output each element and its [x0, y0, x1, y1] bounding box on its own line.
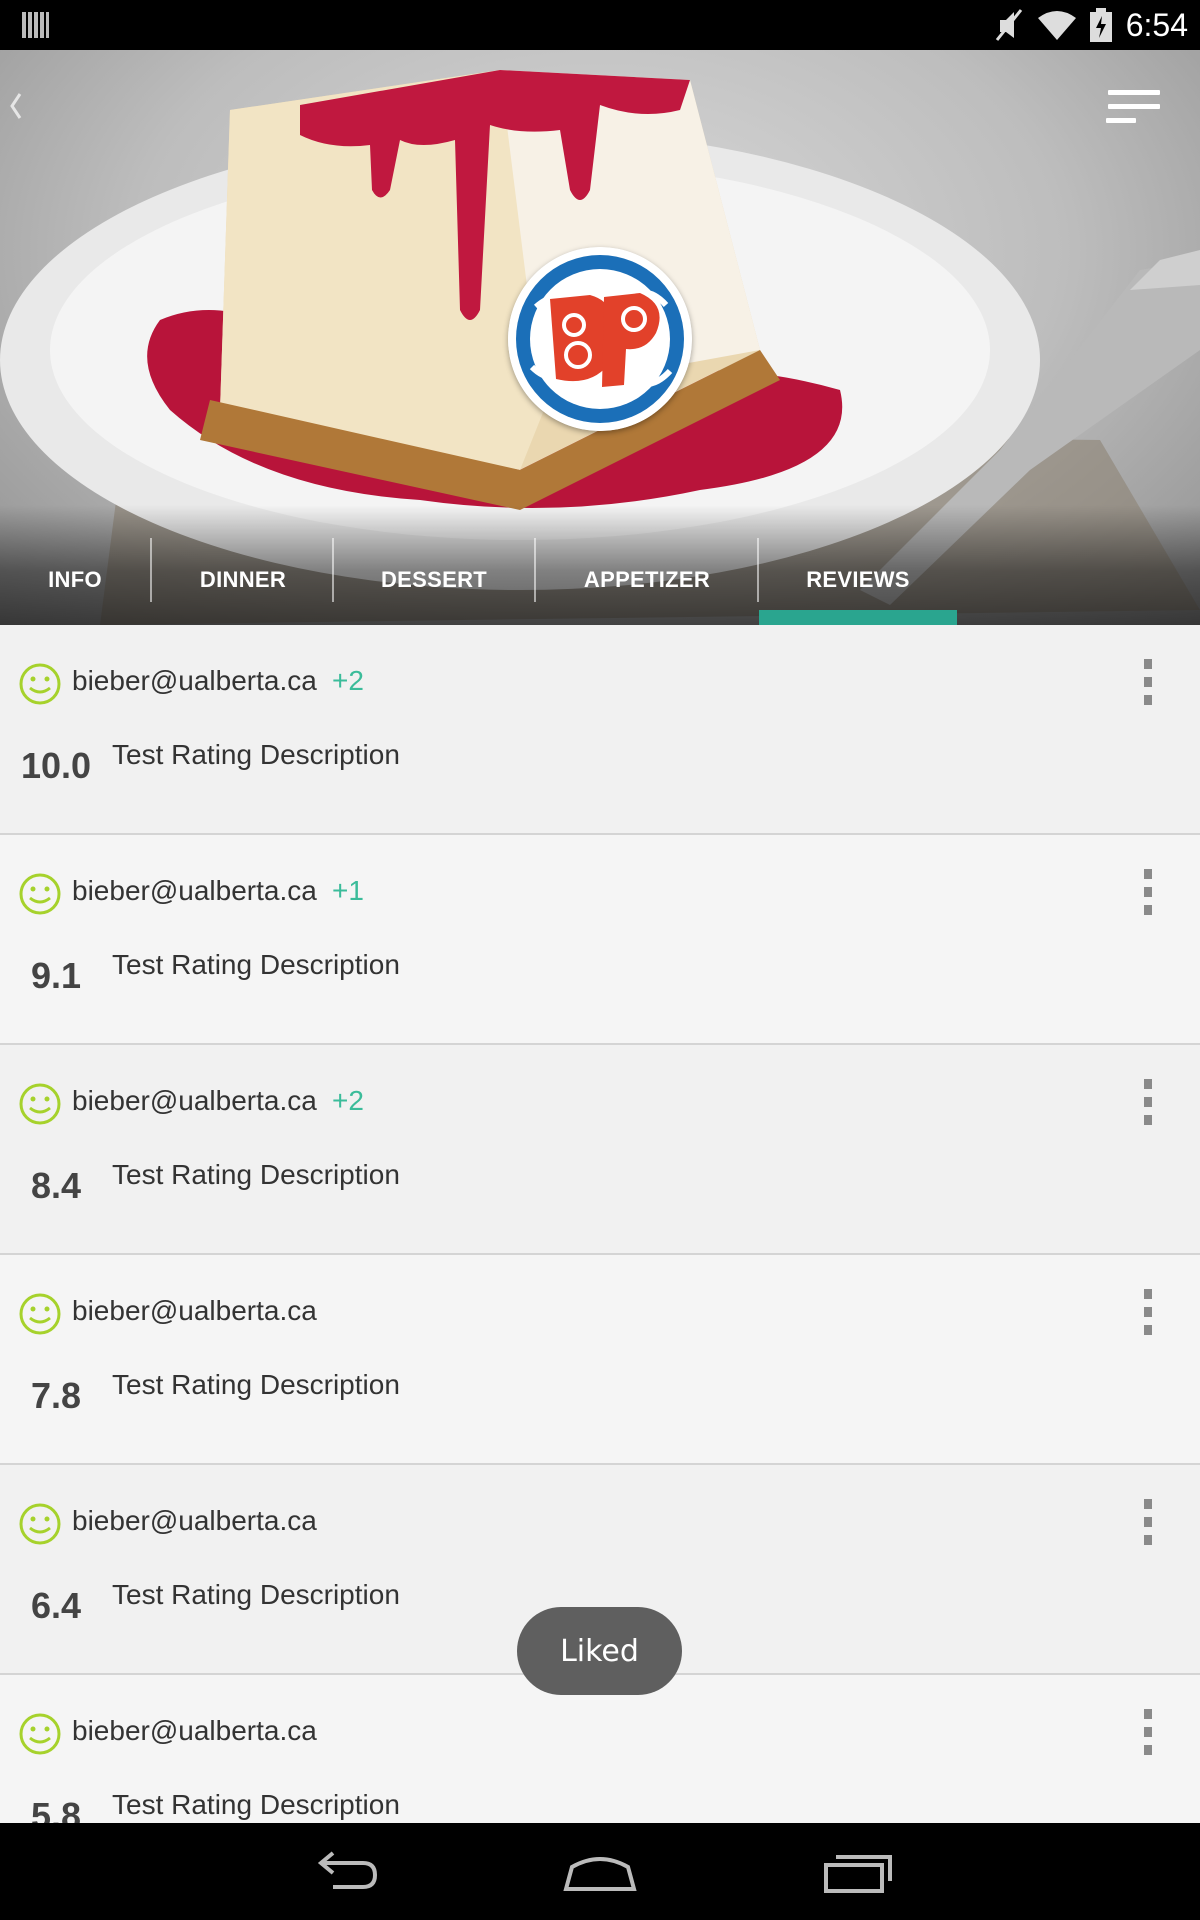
tab-dinner[interactable]: DINNER: [152, 535, 334, 625]
review-score: 9.1: [30, 955, 82, 996]
more-options-button[interactable]: [1142, 869, 1154, 915]
recents-icon[interactable]: [818, 1841, 898, 1901]
review-description: Test Rating Description: [112, 739, 400, 770]
review-item[interactable]: bieber@ualberta.ca +1 9.1 Test Rating De…: [0, 835, 1200, 1045]
tab-divider: [332, 538, 334, 602]
review-item[interactable]: bieber@ualberta.ca 7.8 Test Rating Descr…: [0, 1255, 1200, 1465]
review-description: Test Rating Description: [112, 1159, 400, 1190]
review-score: 5.8: [30, 1795, 82, 1823]
chevron-left-icon: [10, 93, 22, 119]
back-button[interactable]: [6, 80, 42, 130]
home-icon[interactable]: [560, 1841, 640, 1901]
tab-divider: [757, 538, 759, 602]
tab-info[interactable]: INFO: [0, 535, 150, 625]
review-score: 8.4: [30, 1165, 82, 1206]
review-author: bieber@ualberta.ca: [72, 665, 317, 696]
review-score: 10.0: [20, 745, 92, 786]
tab-divider: [534, 538, 536, 602]
smiley-icon: [19, 1083, 61, 1125]
tab-dessert[interactable]: DESSERT: [334, 535, 534, 625]
more-options-button[interactable]: [1142, 1079, 1154, 1125]
tab-divider: [150, 538, 152, 602]
more-options-button[interactable]: [1142, 1709, 1154, 1755]
smiley-icon: [19, 1503, 61, 1545]
sort-menu-icon: [1108, 90, 1160, 95]
review-description: Test Rating Description: [112, 949, 400, 980]
plus-count: +2: [332, 665, 364, 696]
barcode-icon: [22, 12, 50, 38]
review-score: 7.8: [30, 1375, 82, 1416]
more-options-button[interactable]: [1142, 1499, 1154, 1545]
more-options-button[interactable]: [1142, 659, 1154, 705]
smiley-icon: [19, 1713, 61, 1755]
review-score: 6.4: [30, 1585, 82, 1626]
status-bar: 6:54: [0, 0, 1200, 50]
restaurant-logo: [508, 247, 692, 431]
review-author: bieber@ualberta.ca: [72, 1505, 317, 1536]
plus-count: +2: [332, 1085, 364, 1116]
kebab-icon: [1144, 1289, 1152, 1299]
review-item[interactable]: bieber@ualberta.ca +2 8.4 Test Rating De…: [0, 1045, 1200, 1255]
toast-message: Liked: [517, 1607, 682, 1695]
mute-icon: [995, 9, 1022, 41]
smiley-icon: [19, 663, 61, 705]
clock: 6:54: [1125, 6, 1188, 43]
review-author: bieber@ualberta.ca: [72, 1295, 317, 1326]
more-options-button[interactable]: [1142, 1289, 1154, 1335]
battery-charging-icon: [1089, 8, 1112, 42]
review-description: Test Rating Description: [112, 1789, 400, 1820]
sort-menu-button[interactable]: [1104, 88, 1160, 128]
review-author: bieber@ualberta.ca: [72, 1715, 317, 1746]
back-icon[interactable]: [303, 1841, 383, 1901]
kebab-icon: [1144, 659, 1152, 669]
review-item[interactable]: bieber@ualberta.ca +2 10.0 Test Rating D…: [0, 625, 1200, 835]
review-description: Test Rating Description: [112, 1369, 400, 1400]
review-author: bieber@ualberta.ca: [72, 875, 317, 906]
category-tabs: INFO DINNER DESSERT APPETIZER REVIEWS: [0, 535, 1200, 625]
wifi-icon: [1037, 11, 1076, 40]
smiley-icon: [19, 873, 61, 915]
review-author: bieber@ualberta.ca: [72, 1085, 317, 1116]
kebab-icon: [1144, 1499, 1152, 1509]
kebab-icon: [1144, 1709, 1152, 1719]
review-item[interactable]: bieber@ualberta.ca 5.8 Test Rating Descr…: [0, 1675, 1200, 1823]
kebab-icon: [1144, 1079, 1152, 1089]
plus-count: +1: [332, 875, 364, 906]
smiley-icon: [19, 1293, 61, 1335]
kebab-icon: [1144, 869, 1152, 879]
system-nav-bar: [0, 1823, 1200, 1920]
tab-appetizer[interactable]: APPETIZER: [536, 535, 758, 625]
selected-tab-indicator: [759, 610, 957, 625]
review-description: Test Rating Description: [112, 1579, 400, 1610]
